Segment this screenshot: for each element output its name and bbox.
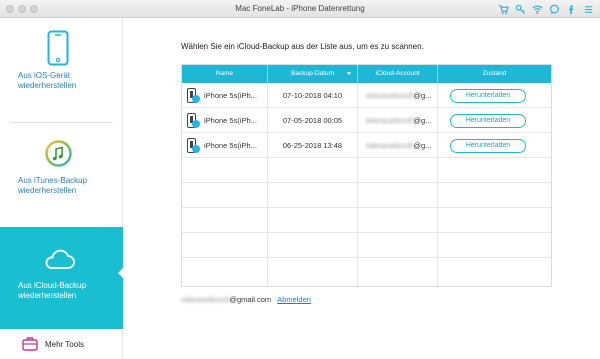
cart-icon[interactable] xyxy=(497,3,509,15)
table-row[interactable]: iPhone 5s(iPh... 07-05-2018 00:05 videoa… xyxy=(182,108,551,133)
account-cell: videoaudiosoft@g... xyxy=(358,83,438,108)
empty-row xyxy=(182,183,551,208)
empty-row xyxy=(182,208,551,233)
sidebar-item-itunes-backup[interactable]: Aus iTunes-Backup wiederherstellen xyxy=(0,123,123,227)
sidebar-label-itunes-line2: wiederherstellen xyxy=(18,186,77,195)
icloud-badge-icon xyxy=(192,95,200,103)
download-button[interactable]: Herunterladen xyxy=(450,139,526,153)
sidebar: Aus iOS-Gerät wiederherstellen Aus iTune… xyxy=(0,18,124,359)
sidebar-label-itunes-line1: Aus iTunes-Backup xyxy=(18,176,88,185)
sort-descending-icon xyxy=(347,72,351,75)
icloud-account: videoaudiosoft@g... xyxy=(365,141,437,150)
account-cell: videoaudiosoft@g... xyxy=(358,108,438,133)
account-hidden: videoaudiosoft xyxy=(365,91,414,100)
backup-table: Name Backup-Datum iCloud-Account Zustand… xyxy=(181,64,552,287)
date-cell: 07-10-2018 04:10 xyxy=(268,83,358,108)
backup-date: 07-05-2018 00:05 xyxy=(282,116,343,125)
account-suffix: @g... xyxy=(413,141,432,150)
icloud-account: videoaudiosoft@g... xyxy=(365,116,437,125)
wifi-icon[interactable] xyxy=(531,3,543,15)
account-cell: videoaudiosoft@g... xyxy=(358,133,438,158)
account-hidden: videoaudiosoft xyxy=(365,141,414,150)
main-panel: Wählen Sie ein iCloud-Backup aus der Lis… xyxy=(123,18,600,359)
empty-row xyxy=(182,233,551,258)
empty-row xyxy=(182,258,551,286)
account-hidden: videoaudiosoft xyxy=(365,116,414,125)
sidebar-label-icloud-line1: Aus iCloud-Backup xyxy=(18,281,87,290)
toolbox-icon xyxy=(22,336,38,351)
date-cell: 06-25-2018 13:48 xyxy=(268,133,358,158)
column-header-status[interactable]: Zustand xyxy=(438,65,551,83)
itunes-icon xyxy=(45,140,72,167)
window-titlebar: Mac FoneLab - iPhone Datenrettung xyxy=(0,0,600,18)
instruction-text: Wählen Sie ein iCloud-Backup aus der Lis… xyxy=(181,42,424,51)
cloud-icon xyxy=(42,247,76,271)
device-name: iPhone 5s(iPh... xyxy=(204,91,257,100)
table-row[interactable]: iPhone 5s(iPh... 07-10-2018 04:10 videoa… xyxy=(182,83,551,108)
toolbar-icons xyxy=(497,3,594,15)
name-cell: iPhone 5s(iPh... xyxy=(182,83,268,108)
facebook-icon[interactable] xyxy=(565,3,577,15)
more-tools-label: Mehr Tools xyxy=(45,340,84,349)
date-cell: 07-05-2018 00:05 xyxy=(268,108,358,133)
status-cell: Herunterladen xyxy=(438,83,551,108)
column-header-backup-date-label: Backup-Datum xyxy=(291,70,334,77)
account-email-hidden: videoaudiosoft xyxy=(181,295,230,304)
sidebar-item-ios-device[interactable]: Aus iOS-Gerät wiederherstellen xyxy=(0,18,123,122)
table-row[interactable]: iPhone 5s(iPh... 06-25-2018 13:48 videoa… xyxy=(182,133,551,158)
icloud-badge-icon xyxy=(192,120,200,128)
sidebar-label-ios-line2: wiederherstellen xyxy=(18,81,77,90)
status-cell: Herunterladen xyxy=(438,108,551,133)
device-name: iPhone 5s(iPh... xyxy=(204,116,257,125)
menu-icon[interactable] xyxy=(582,3,594,15)
backup-date: 06-25-2018 13:48 xyxy=(282,141,343,150)
icloud-account: videoaudiosoft@g... xyxy=(365,91,437,100)
account-suffix: @g... xyxy=(413,116,432,125)
sidebar-label-ios-line1: Aus iOS-Gerät xyxy=(18,71,71,80)
table-header: Name Backup-Datum iCloud-Account Zustand xyxy=(182,65,551,83)
status-cell: Herunterladen xyxy=(438,133,551,158)
signed-in-account: videoaudiosoft@gmail.com Abmelden xyxy=(181,295,311,304)
column-header-backup-date[interactable]: Backup-Datum xyxy=(268,65,358,83)
more-tools-button[interactable]: Mehr Tools xyxy=(0,329,123,359)
account-suffix: @g... xyxy=(413,91,432,100)
key-icon[interactable] xyxy=(514,3,526,15)
name-cell: iPhone 5s(iPh... xyxy=(182,133,268,158)
column-header-icloud-account[interactable]: iCloud-Account xyxy=(358,65,438,83)
empty-row xyxy=(182,158,551,183)
device-name: iPhone 5s(iPh... xyxy=(204,141,257,150)
name-cell: iPhone 5s(iPh... xyxy=(182,108,268,133)
backup-date: 07-10-2018 04:10 xyxy=(282,91,343,100)
sidebar-item-icloud-backup[interactable]: Aus iCloud-Backup wiederherstellen xyxy=(0,227,124,329)
icloud-badge-icon xyxy=(192,145,200,153)
download-button[interactable]: Herunterladen xyxy=(450,89,526,103)
account-email-domain: @gmail.com xyxy=(229,295,272,304)
sign-out-link[interactable]: Abmelden xyxy=(277,295,311,304)
chat-icon[interactable] xyxy=(548,3,560,15)
column-header-name[interactable]: Name xyxy=(182,65,268,83)
phone-icon xyxy=(47,30,69,66)
sidebar-label-icloud-line2: wiederherstellen xyxy=(18,291,77,300)
download-button[interactable]: Herunterladen xyxy=(450,114,526,128)
